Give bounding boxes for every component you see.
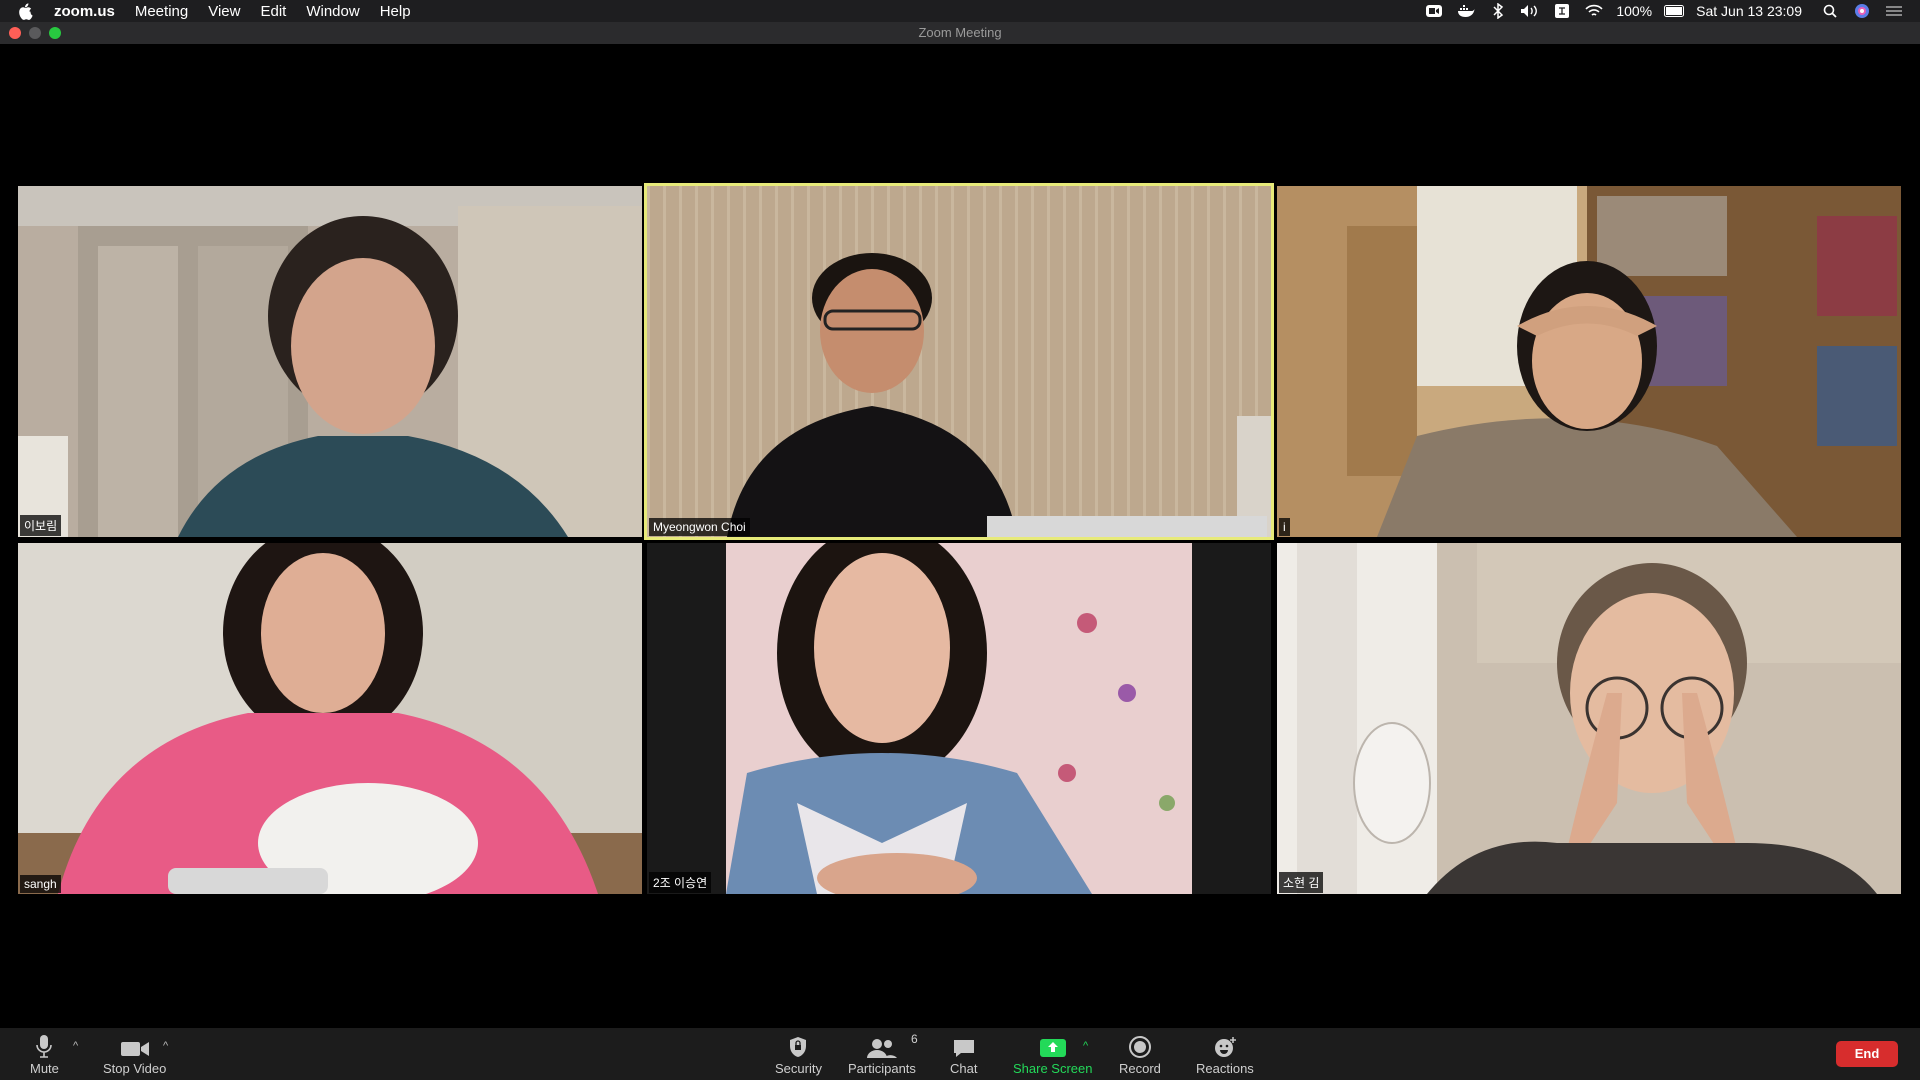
mute-label: Mute	[30, 1061, 59, 1076]
battery-icon[interactable]	[1664, 3, 1685, 19]
clock[interactable]: Sat Jun 13 23:09	[1696, 3, 1802, 19]
chat-label: Chat	[950, 1061, 978, 1076]
share-screen-label: Share Screen	[1013, 1061, 1093, 1076]
docker-icon[interactable]	[1456, 3, 1476, 19]
chat-bubble-icon	[953, 1040, 974, 1057]
participant-name: sangh	[20, 875, 61, 893]
microphone-icon	[36, 1035, 53, 1058]
video-tile-6[interactable]: 소현 김	[1277, 543, 1901, 894]
record-button[interactable]: Record	[1119, 1032, 1161, 1076]
participant-name: 소현 김	[1279, 872, 1324, 893]
participants-count: 6	[910, 1032, 918, 1046]
minimize-window-button[interactable]	[29, 27, 41, 39]
participant-name: Myeongwon Choi	[649, 518, 750, 536]
menu-view[interactable]: View	[208, 3, 240, 20]
stop-video-button[interactable]: Stop Video	[103, 1032, 166, 1076]
bluetooth-icon[interactable]	[1488, 3, 1508, 19]
menu-help[interactable]: Help	[380, 3, 411, 20]
reactions-label: Reactions	[1196, 1061, 1254, 1076]
apple-icon[interactable]	[18, 2, 34, 20]
control-center-icon[interactable]	[1884, 3, 1904, 19]
share-options-caret-icon[interactable]: ^	[1083, 1040, 1088, 1052]
shield-icon	[790, 1037, 807, 1057]
input-source-icon[interactable]	[1552, 3, 1572, 19]
video-tile-1[interactable]: 이보림	[18, 186, 642, 537]
participant-video-4	[18, 543, 642, 894]
share-screen-button[interactable]: Share Screen	[1013, 1032, 1093, 1076]
participant-name: 2조 이승연	[649, 872, 712, 893]
video-tile-5[interactable]: 2조 이승연	[647, 543, 1271, 894]
video-camera-icon	[120, 1042, 149, 1056]
window-title-bar: Zoom Meeting	[0, 22, 1920, 44]
window-title: Zoom Meeting	[918, 25, 1002, 40]
participant-video-5	[647, 543, 1271, 894]
volume-icon[interactable]	[1520, 3, 1540, 19]
stop-video-label: Stop Video	[103, 1061, 167, 1076]
reactions-button[interactable]: Reactions	[1196, 1032, 1254, 1076]
record-icon	[1128, 1036, 1151, 1058]
video-options-caret-icon[interactable]: ^	[163, 1040, 168, 1052]
spotlight-icon[interactable]	[1820, 3, 1840, 19]
reactions-smiley-icon	[1214, 1037, 1236, 1057]
menu-window[interactable]: Window	[306, 3, 359, 20]
wifi-icon[interactable]	[1584, 3, 1604, 19]
close-window-button[interactable]	[9, 27, 21, 39]
participant-video-3	[1277, 186, 1901, 537]
battery-percentage: 100%	[1616, 3, 1653, 19]
record-label: Record	[1119, 1061, 1161, 1076]
end-meeting-button[interactable]: End	[1836, 1041, 1898, 1067]
video-tile-2-active-speaker[interactable]: Myeongwon Choi	[644, 183, 1274, 540]
participant-name: 이보림	[20, 515, 62, 536]
video-tile-3[interactable]: i	[1277, 186, 1901, 537]
video-tile-4[interactable]: sangh	[18, 543, 642, 894]
security-button[interactable]: Security	[775, 1032, 822, 1076]
menu-app-name[interactable]: zoom.us	[54, 3, 115, 20]
zoom-status-icon[interactable]	[1424, 3, 1444, 19]
zoom-window-button[interactable]	[49, 27, 61, 39]
share-screen-icon	[1039, 1039, 1066, 1057]
meeting-toolbar: Mute ^ Stop Video ^ Security 6 Participa…	[0, 1028, 1920, 1080]
participant-video-1	[18, 186, 642, 537]
participant-video-6	[1277, 543, 1901, 894]
mute-button[interactable]: Mute	[30, 1032, 59, 1076]
menu-bar: zoom.us Meeting View Edit Window Help 10…	[0, 0, 1920, 22]
siri-icon[interactable]	[1852, 3, 1872, 19]
participant-name: i	[1279, 518, 1290, 536]
menu-meeting[interactable]: Meeting	[135, 3, 188, 20]
audio-options-caret-icon[interactable]: ^	[73, 1040, 78, 1052]
participants-icon	[866, 1039, 897, 1058]
participant-video-2	[647, 186, 1271, 537]
chat-button[interactable]: Chat	[950, 1032, 977, 1076]
security-label: Security	[775, 1061, 822, 1076]
participants-label: Participants	[848, 1061, 916, 1076]
menu-edit[interactable]: Edit	[260, 3, 286, 20]
participants-button[interactable]: 6 Participants	[848, 1032, 918, 1076]
